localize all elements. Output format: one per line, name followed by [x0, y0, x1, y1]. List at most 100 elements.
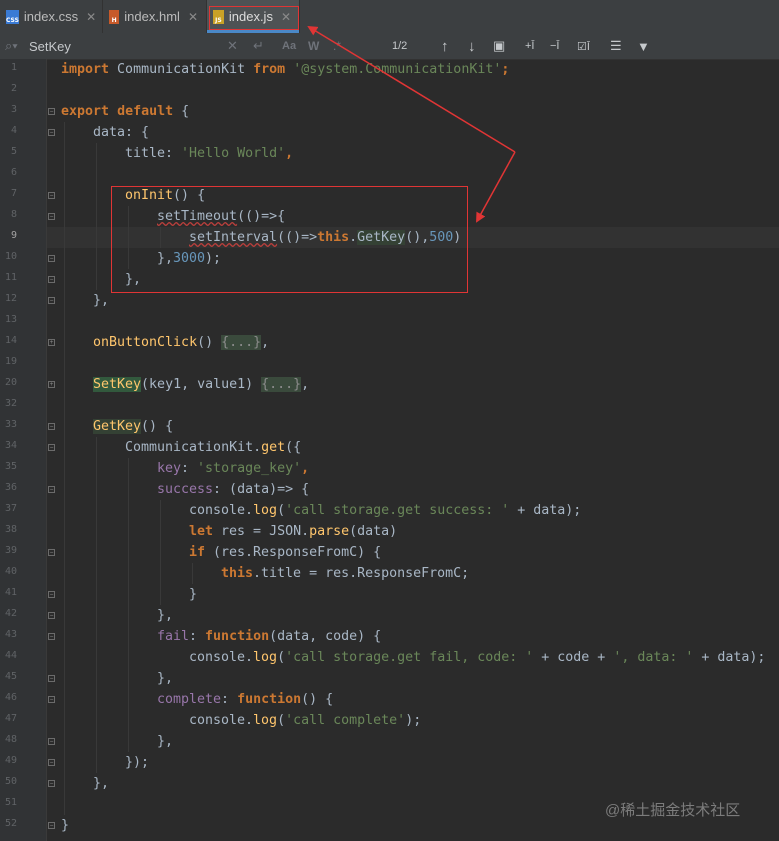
code-line-19[interactable]: SetKey(key1, value1) {...}, [93, 374, 309, 395]
code-line-44[interactable]: console.log('call storage.get fail, code… [189, 647, 765, 668]
string-literal: 'storage_key' [197, 461, 302, 476]
punctuation: , [285, 146, 294, 161]
fold-marker-icon[interactable]: − [48, 549, 55, 556]
arrow-to-code [476, 151, 516, 223]
search-icon[interactable]: ⌕▾ [5, 33, 18, 59]
code-line-48[interactable]: }, [157, 731, 173, 752]
fold-marker-icon[interactable]: − [48, 192, 55, 199]
fold-marker-icon[interactable]: − [48, 780, 55, 787]
code-line-45[interactable]: }, [157, 668, 173, 689]
tab-index-css[interactable]: CSS index.css ✕ [0, 0, 103, 33]
code-line-5[interactable]: title: 'Hello World', [125, 143, 293, 164]
fold-marker-icon[interactable]: − [48, 444, 55, 451]
punctuation: : [221, 692, 238, 707]
code-line-12[interactable]: }, [93, 290, 109, 311]
indent-guide [160, 500, 161, 605]
search-input[interactable]: SetKey [29, 33, 71, 59]
select-all-occurrences-icon[interactable]: ▣ [493, 33, 505, 59]
code-line-33[interactable]: GetKey() { [93, 416, 173, 437]
fold-marker-icon[interactable]: − [48, 423, 55, 430]
line-number: 1 [10, 62, 17, 73]
fold-marker-icon[interactable]: − [48, 696, 55, 703]
method-name: parse [309, 524, 350, 539]
string-literal: 'Hello World' [181, 146, 286, 161]
folded-code-block[interactable]: {...} [261, 377, 302, 392]
code-line-47[interactable]: console.log('call complete'); [189, 710, 421, 731]
next-match-icon[interactable]: ↓ [468, 33, 476, 59]
code-line-43[interactable]: fail: function(data, code) { [157, 626, 381, 647]
match-case-toggle[interactable]: Aa [282, 33, 296, 59]
fold-marker-icon[interactable]: − [48, 675, 55, 682]
code-line-52[interactable]: } [61, 815, 69, 836]
tab-index-hml[interactable]: H index.hml ✕ [103, 0, 207, 33]
expression: + data); [693, 650, 766, 665]
regex-toggle-icon[interactable]: .* [333, 33, 341, 59]
code-line-49[interactable]: }); [125, 752, 149, 773]
folded-code-block[interactable]: {...} [221, 335, 262, 350]
add-selection-icon[interactable]: +Ī [525, 33, 534, 59]
previous-match-icon[interactable]: ↑ [441, 33, 449, 59]
line-number: 51 [4, 797, 17, 808]
code-line-36[interactable]: success: (data)=> { [157, 479, 309, 500]
filter-lines-icon[interactable]: ☰ [610, 33, 622, 59]
property: key [157, 461, 182, 476]
line-number: 5 [10, 146, 17, 157]
fold-marker-icon[interactable]: − [48, 759, 55, 766]
line-number: 50 [4, 776, 17, 787]
filter-icon[interactable]: ▼ [637, 33, 650, 59]
fold-marker-icon[interactable]: + [48, 339, 55, 346]
remove-selection-icon[interactable]: −Ī [550, 33, 559, 59]
punctuation: : [181, 461, 198, 476]
fold-marker-icon[interactable]: − [48, 486, 55, 493]
property: success [157, 482, 214, 497]
close-icon[interactable]: ✕ [86, 10, 96, 24]
code-line-14[interactable]: onButtonClick() {...}, [93, 332, 269, 353]
code-line-50[interactable]: }, [93, 773, 109, 794]
method-name: log [253, 503, 278, 518]
fold-marker-icon[interactable]: − [48, 276, 55, 283]
keyword: if [189, 545, 206, 560]
parameters: (key1, value1) [141, 377, 262, 392]
code-line-34[interactable]: CommunicationKit.get({ [125, 437, 301, 458]
annotation-box-code [111, 186, 468, 293]
new-line-icon[interactable]: ↵ [253, 33, 264, 59]
fold-marker-icon[interactable]: − [48, 612, 55, 619]
line-number: 42 [4, 608, 17, 619]
expression: + data); [509, 503, 582, 518]
line-number: 38 [4, 524, 17, 535]
fold-marker-icon[interactable]: − [48, 108, 55, 115]
code-line-46[interactable]: complete: function() { [157, 689, 333, 710]
code-line-42[interactable]: }, [157, 605, 173, 626]
code-line-39[interactable]: if (res.ResponseFromC) { [189, 542, 381, 563]
line-number: 7 [10, 188, 17, 199]
select-all-icon[interactable]: ☑Ī [577, 33, 590, 59]
code-line-38[interactable]: let res = JSON.parse(data) [189, 521, 397, 542]
annotation-box-tab [209, 6, 299, 30]
fold-marker-icon[interactable]: − [48, 633, 55, 640]
line-number: 46 [4, 692, 17, 703]
fold-marker-icon[interactable]: − [48, 255, 55, 262]
code-line-37[interactable]: console.log('call storage.get success: '… [189, 500, 581, 521]
string-literal: 'call storage.get success: ' [285, 503, 510, 518]
fold-marker-icon[interactable]: − [48, 591, 55, 598]
words-toggle[interactable]: W [308, 33, 319, 59]
indent-guide [192, 563, 193, 584]
code-line-35[interactable]: key: 'storage_key', [157, 458, 309, 479]
line-number: 48 [4, 734, 17, 745]
code-line-41[interactable]: } [189, 584, 197, 605]
fold-marker-icon[interactable]: − [48, 129, 55, 136]
code-line-40[interactable]: this.title = res.ResponseFromC; [221, 563, 469, 584]
editor-tab-bar: CSS index.css ✕ H index.hml ✕ JS index.j… [0, 0, 779, 34]
code-line-1[interactable]: import CommunicationKit from '@system.Co… [61, 59, 509, 80]
fold-marker-icon[interactable]: − [48, 213, 55, 220]
close-icon[interactable]: ✕ [188, 10, 198, 24]
code-line-3[interactable]: export default { [61, 101, 189, 122]
fold-marker-icon[interactable]: − [48, 738, 55, 745]
fold-marker-icon[interactable]: + [48, 381, 55, 388]
code-line-4[interactable]: data: { [93, 122, 149, 143]
clear-search-icon[interactable]: ✕ [227, 33, 238, 59]
line-number: 10 [4, 251, 17, 262]
fold-marker-icon[interactable]: − [48, 822, 55, 829]
line-number: 52 [4, 818, 17, 829]
fold-marker-icon[interactable]: − [48, 297, 55, 304]
